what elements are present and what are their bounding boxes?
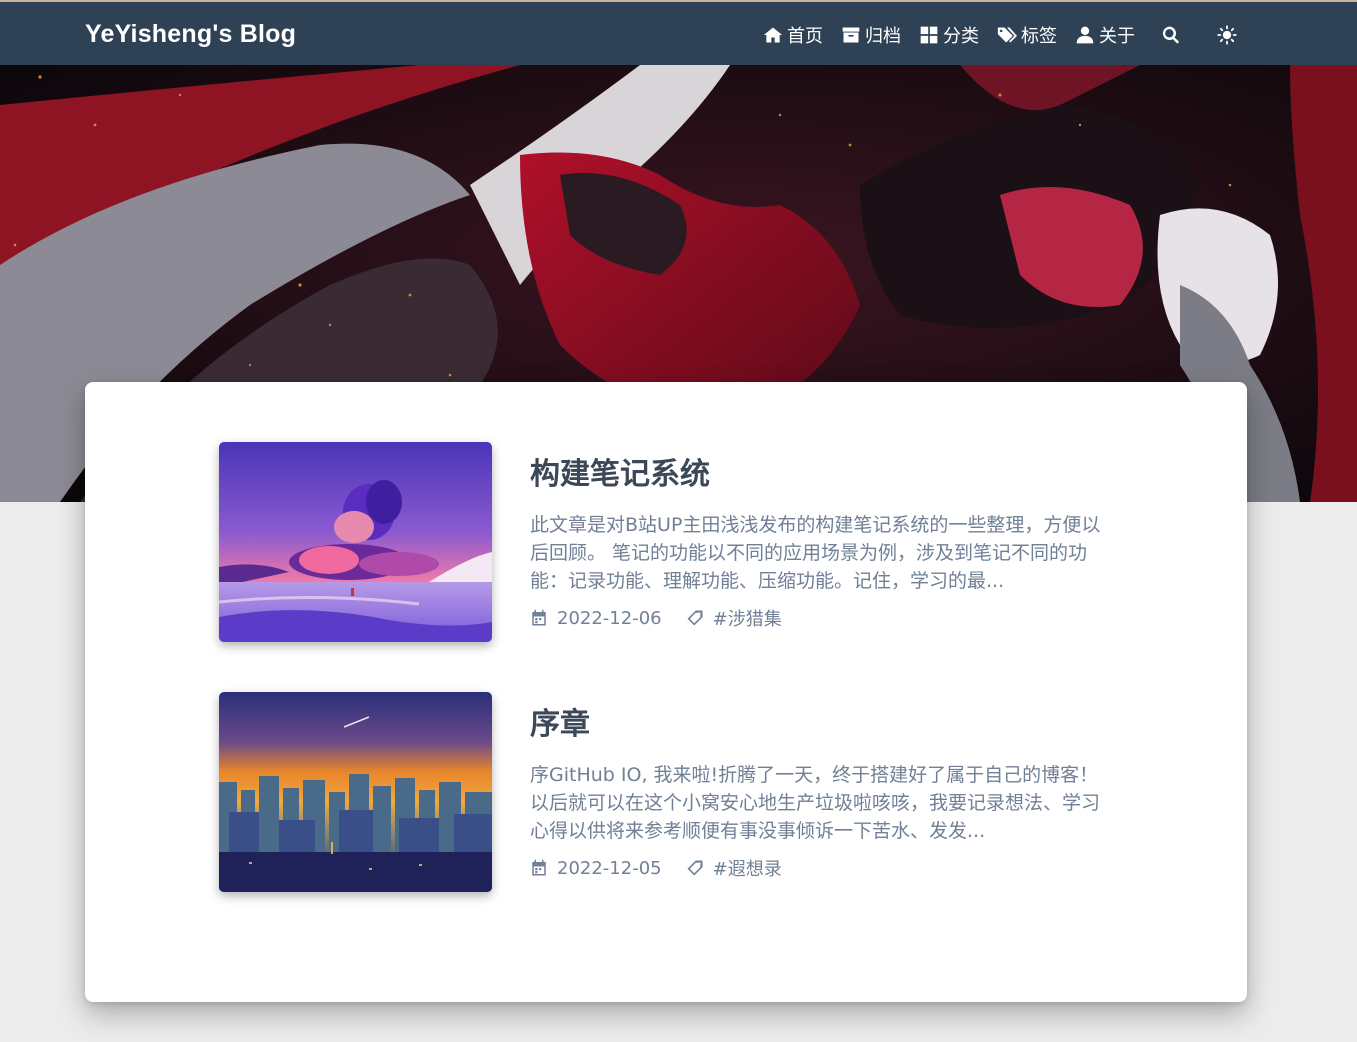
post-thumbnail-link[interactable] [219, 442, 492, 642]
home-icon [763, 27, 783, 43]
nav-item-categories[interactable]: 分类 [919, 22, 979, 48]
post-date: 2022-12-05 [530, 858, 662, 879]
post-thumbnail-link[interactable] [219, 692, 492, 892]
post-meta: 2022-12-05 #遐想录 [530, 855, 1120, 881]
post-date-text: 2022-12-05 [557, 857, 662, 879]
post-body: 序章 序GitHub IO, 我来啦!折腾了一天，终于搭建好了属于自己的博客！以… [530, 692, 1120, 881]
post-meta: 2022-12-06 #涉猎集 [530, 605, 1120, 631]
post-tag-text: #遐想录 [712, 859, 782, 880]
nav-item-tags[interactable]: 标签 [997, 22, 1057, 48]
city-sunset-thumbnail [219, 692, 492, 892]
nav-item-label: 标签 [1021, 26, 1057, 47]
navbar: YeYisheng's Blog 首页 归档 分类 标签 关于 [0, 2, 1357, 65]
post-tag[interactable]: #遐想录 [686, 855, 782, 881]
calendar-icon [532, 609, 546, 626]
post-excerpt: 此文章是对B站UP主田浅浅发布的构建笔记系统的一些整理，方便以后回顾。 笔记的功… [530, 514, 1101, 592]
archive-icon [842, 27, 860, 43]
post-body: 构建笔记系统 此文章是对B站UP主田浅浅发布的构建笔记系统的一些整理，方便以后回… [530, 442, 1120, 631]
nav-item-home[interactable]: 首页 [763, 22, 823, 48]
pink-clouds-thumbnail [219, 442, 492, 642]
tag-icon [687, 860, 703, 876]
nav-item-label: 首页 [787, 26, 823, 47]
tag-icon [687, 610, 703, 626]
post-date-text: 2022-12-06 [557, 607, 662, 629]
user-icon [1076, 26, 1094, 44]
search-icon [1162, 26, 1180, 44]
post-excerpt: 序GitHub IO, 我来啦!折腾了一天，终于搭建好了属于自己的博客！以后就可… [530, 764, 1101, 842]
search-button[interactable] [1161, 25, 1181, 45]
nav-item-label: 归档 [865, 26, 901, 47]
post-item: 构建笔记系统 此文章是对B站UP主田浅浅发布的构建笔记系统的一些整理，方便以后回… [219, 442, 1119, 642]
site-brand[interactable]: YeYisheng's Blog [85, 20, 296, 49]
post-list-card: 构建笔记系统 此文章是对B站UP主田浅浅发布的构建笔记系统的一些整理，方便以后回… [85, 382, 1247, 1002]
post-title[interactable]: 构建笔记系统 [530, 456, 1120, 494]
nav-item-label: 关于 [1099, 26, 1135, 47]
categories-icon [920, 26, 938, 44]
theme-toggle-button[interactable] [1217, 25, 1237, 45]
nav-item-about[interactable]: 关于 [1075, 22, 1135, 48]
calendar-icon [532, 859, 546, 876]
post-item: 序章 序GitHub IO, 我来啦!折腾了一天，终于搭建好了属于自己的博客！以… [219, 692, 1119, 892]
nav-menu: 首页 归档 分类 标签 关于 [745, 22, 1237, 48]
post-date: 2022-12-06 [530, 608, 662, 629]
post-title[interactable]: 序章 [530, 706, 1120, 744]
sun-icon [1217, 25, 1237, 45]
nav-item-archive[interactable]: 归档 [841, 22, 901, 48]
post-tag[interactable]: #涉猎集 [686, 605, 782, 631]
tags-icon [997, 27, 1017, 43]
post-tag-text: #涉猎集 [712, 609, 782, 630]
nav-item-label: 分类 [943, 26, 979, 47]
